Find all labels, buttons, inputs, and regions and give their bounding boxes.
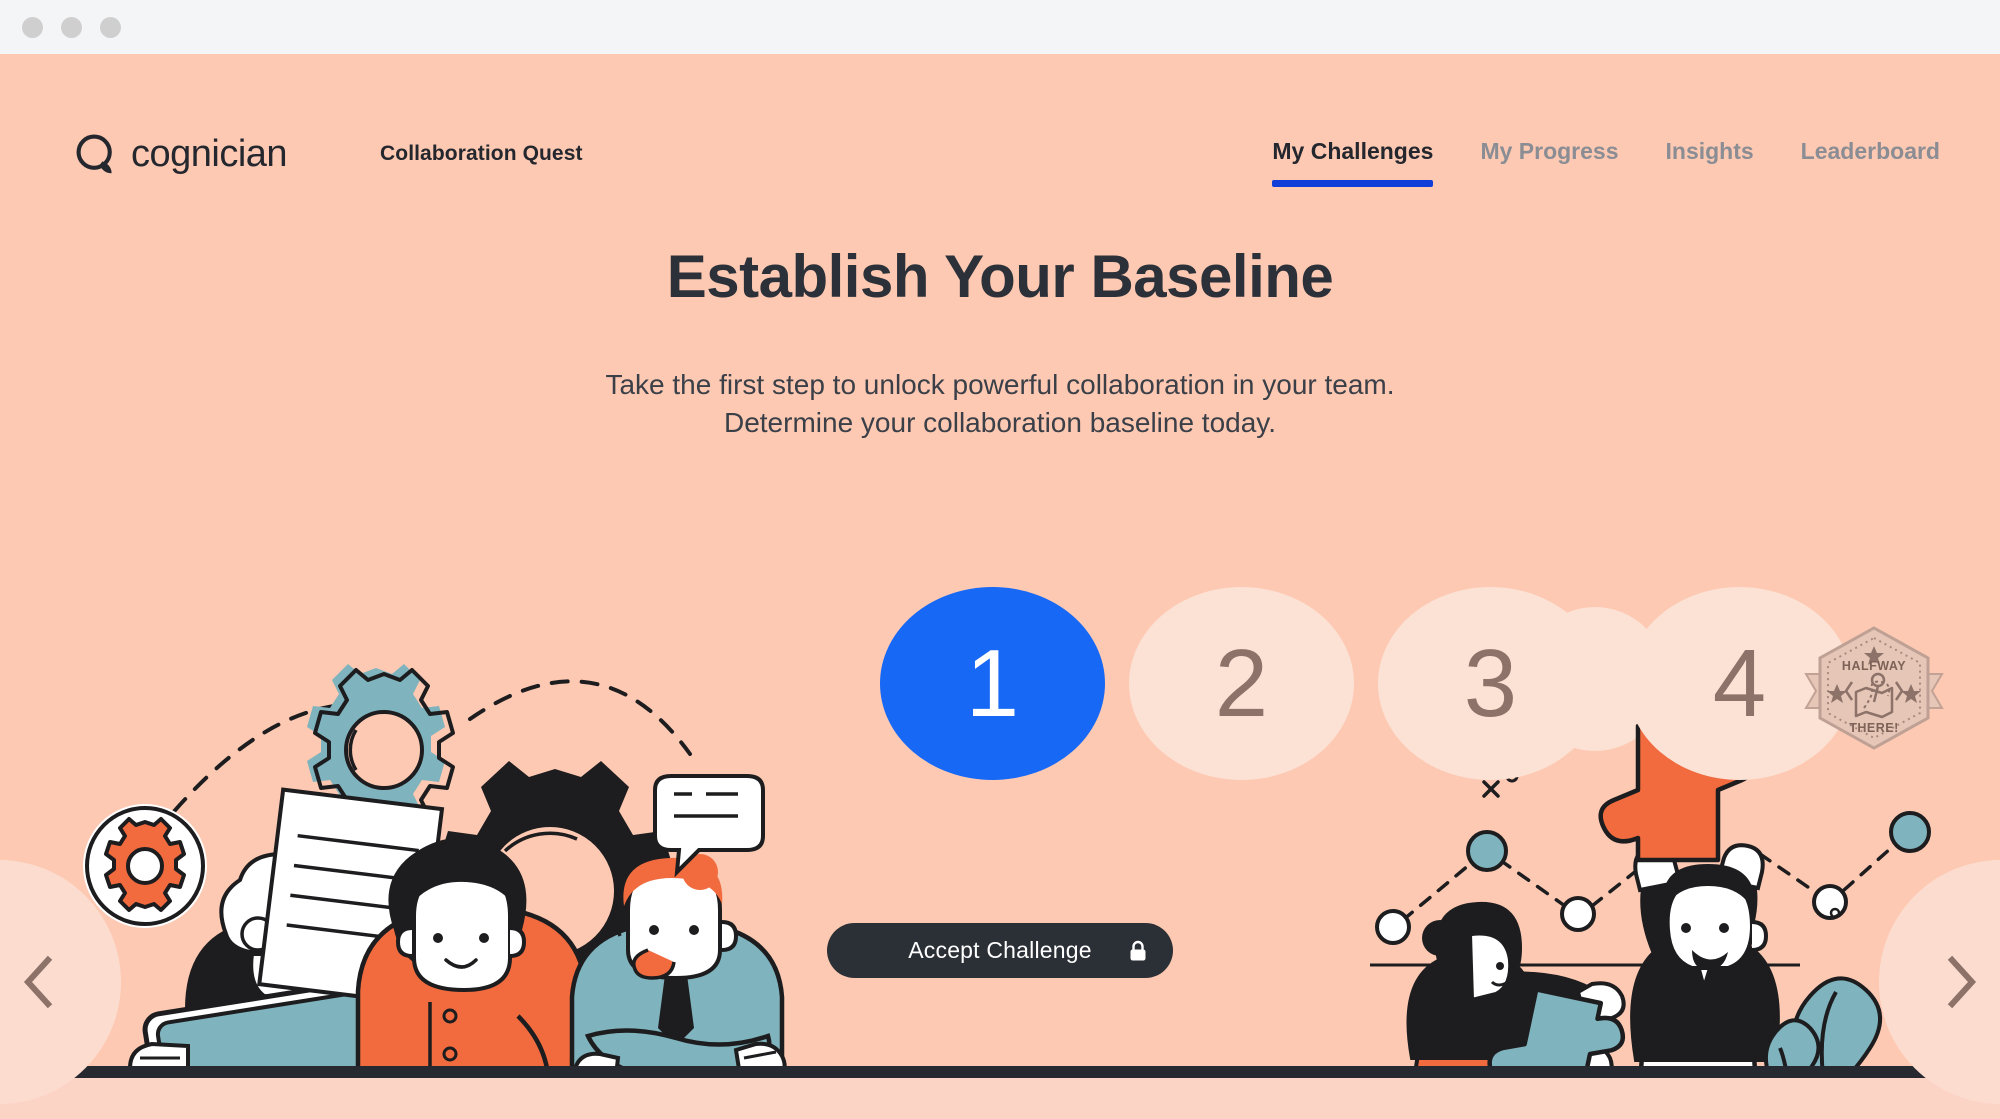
lock-closed-icon [1130,940,1146,960]
window-close-button[interactable] [22,16,43,38]
nav-item-insights[interactable]: Insights [1666,138,1754,187]
step-circle-3[interactable]: 3 [1378,587,1603,780]
page-subtitle-line-1: Take the first step to unlock powerful c… [605,369,1395,400]
main-navigation: My Challenges My Progress Insights Leade… [1272,138,1940,187]
badge-line-1: HALFWAY [1842,659,1906,673]
window-titlebar [0,0,2000,54]
chevron-right-icon [1947,955,1977,1009]
badge-line-2: THERE! [1849,721,1899,735]
page-title: Establish Your Baseline [666,243,1334,310]
app-title: Collaboration Quest [380,142,583,165]
page-subtitle-line-2: Determine your collaboration baseline to… [723,407,1276,439]
app-header: cognician Collaboration Quest My Challen… [0,54,2000,187]
chevron-left-icon [23,955,53,1009]
accept-challenge-button[interactable]: Accept Challenge [827,923,1173,978]
step-circle-1[interactable]: 1 [880,587,1105,780]
window-minimize-button[interactable] [61,16,82,38]
page-subtitle: Take the first step to unlock powerful c… [0,366,2000,443]
step-circle-2[interactable]: 2 [1129,587,1354,780]
accept-challenge-label: Accept Challenge [908,937,1092,963]
app-page: cognician Collaboration Quest My Challen… [0,54,2000,1119]
nav-item-leaderboard[interactable]: Leaderboard [1801,138,1940,187]
window-maximize-button[interactable] [100,16,121,38]
nav-item-my-progress[interactable]: My Progress [1480,138,1618,187]
illustration-ground-line [0,1066,2000,1078]
challenge-step-tracker: 1 2 3 4 [880,587,1852,780]
nav-item-my-challenges[interactable]: My Challenges [1272,138,1434,187]
brand-wordmark: cognician [131,132,288,175]
speech-bubble-q-logo-icon [76,134,112,174]
brand-logo[interactable]: cognician [74,132,288,176]
illustration-ground-below [0,1078,2000,1119]
halfway-there-badge: HALFWAY THERE! [1804,626,1944,750]
